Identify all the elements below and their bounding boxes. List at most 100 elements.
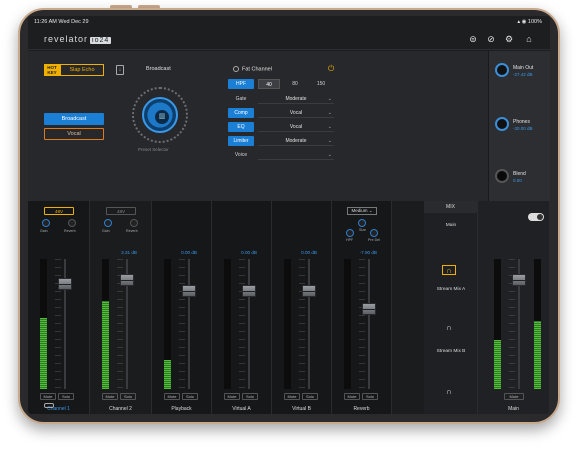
mute-button[interactable]: Mute xyxy=(344,393,360,400)
volume-fader[interactable] xyxy=(58,278,72,290)
db-readout: 0.00 dB xyxy=(301,250,317,255)
fader-scale xyxy=(179,259,185,389)
home-icon[interactable]: ⌂ xyxy=(524,34,534,44)
channel-name[interactable]: Reverb xyxy=(332,406,391,412)
gate-value: Moderate xyxy=(285,96,307,102)
volume-fader[interactable] xyxy=(182,285,196,297)
voice-select[interactable]: ⌄ xyxy=(258,150,334,160)
channel-strip-virtual-b: 0.00 dB Mute Solo Virtual B xyxy=(272,201,332,414)
gain-knob[interactable] xyxy=(42,219,50,227)
channel-name[interactable]: Playback xyxy=(152,406,211,412)
hpf-toggle[interactable]: HPF xyxy=(228,79,254,89)
channel-name[interactable]: Virtual A xyxy=(212,406,271,412)
level-meter xyxy=(40,259,47,389)
db-readout: -7.90 dB xyxy=(359,250,377,255)
solo-button[interactable]: Solo xyxy=(182,393,198,400)
blend-label: Blend xyxy=(513,171,526,177)
solo-button[interactable]: Solo xyxy=(58,393,74,400)
volume-fader[interactable] xyxy=(120,274,134,286)
fat-channel-header: Fat Channel xyxy=(233,66,272,72)
save-preset-icon[interactable]: ↓ xyxy=(116,65,124,75)
reverb-hpf-knob[interactable] xyxy=(346,229,354,237)
hotkey-badge[interactable]: HOT KEY xyxy=(44,64,60,76)
gain-knob[interactable] xyxy=(104,219,112,227)
link-icon[interactable]: ⊘ xyxy=(486,34,496,44)
mute-button[interactable]: Mute xyxy=(224,393,240,400)
solo-button[interactable]: Solo xyxy=(120,393,136,400)
channel-strip-2: 48V Gain Reverb 3.31 dB Mute Solo Channe… xyxy=(90,201,152,414)
headphones-icon[interactable]: ∩ xyxy=(442,265,456,275)
volume-fader[interactable] xyxy=(362,303,376,315)
meter-fill xyxy=(102,300,109,389)
limiter-select[interactable]: Moderate ⌄ xyxy=(258,136,334,146)
gate-toggle[interactable]: Gate xyxy=(228,94,254,104)
comp-select[interactable]: Vocal ⌄ xyxy=(258,108,334,118)
hpf-option-150[interactable]: 150 xyxy=(310,79,332,89)
preset-panel: HOT KEY Slap Echo Broadcast Vocal ↓ Broa… xyxy=(28,51,488,201)
mix-main-label[interactable]: Main xyxy=(430,223,472,228)
status-bar: 11:26 AM Wed Dec 29 ▴ ◉ 100% xyxy=(28,16,550,28)
gear-icon[interactable]: ⚙ xyxy=(504,34,514,44)
main-out-knob[interactable] xyxy=(495,63,509,77)
phantom-48v-button[interactable]: 48V xyxy=(44,207,74,215)
preset-selector-knob[interactable]: ▥ xyxy=(132,87,188,143)
hpf-option-80[interactable]: 80 xyxy=(284,79,306,89)
limiter-toggle[interactable]: Limiter xyxy=(228,136,254,146)
headphones-icon[interactable]: ∩ xyxy=(442,323,456,333)
voice-toggle[interactable]: Voice xyxy=(228,150,254,160)
channel-name[interactable]: Channel 2 xyxy=(90,406,151,412)
mute-button[interactable]: Mute xyxy=(284,393,300,400)
stream-mix-b-label[interactable]: Stream Mix B xyxy=(430,349,472,354)
comp-toggle[interactable]: Comp xyxy=(228,108,254,118)
blend-knob[interactable] xyxy=(495,169,509,183)
preset-broadcast-button[interactable]: Broadcast xyxy=(44,113,104,125)
reverb-send-knob[interactable] xyxy=(130,219,138,227)
reverb-type-select[interactable]: Medium ⌄ xyxy=(347,207,377,215)
reverb-predelay-knob[interactable] xyxy=(370,229,378,237)
channel-name[interactable]: Channel 1 xyxy=(28,406,89,412)
link-toggle[interactable] xyxy=(528,213,544,221)
fader-scale xyxy=(359,259,365,389)
reverb-send-knob[interactable] xyxy=(68,219,76,227)
eq-toggle[interactable]: EQ xyxy=(228,122,254,132)
stream-mix-a-label[interactable]: Stream Mix A xyxy=(430,287,472,292)
brand-name: revelator xyxy=(44,34,89,44)
fader-scale xyxy=(299,259,305,389)
solo-button[interactable]: Solo xyxy=(362,393,378,400)
hpf-option-40[interactable]: 40 xyxy=(258,79,280,89)
volume-fader[interactable] xyxy=(242,285,256,297)
predelay-label: Pre Del xyxy=(368,238,380,242)
level-meter xyxy=(284,259,291,389)
main-volume-fader[interactable] xyxy=(512,274,526,286)
channel-name[interactable]: Main xyxy=(478,406,549,412)
channel-strip-playback: 0.00 dB Mute Solo Playback xyxy=(152,201,212,414)
hotkey-preset-button[interactable]: Slap Echo xyxy=(60,64,104,76)
phones-label: Phones xyxy=(513,119,530,125)
headphones-icon[interactable]: ∩ xyxy=(442,387,456,397)
mute-button[interactable]: Mute xyxy=(40,393,56,400)
meter-fill xyxy=(494,339,501,389)
mute-button[interactable]: Mute xyxy=(164,393,180,400)
eq-select[interactable]: Vocal ⌄ xyxy=(258,122,334,132)
fat-channel-title: Fat Channel xyxy=(242,66,272,73)
mute-button[interactable]: Mute xyxy=(102,393,118,400)
chevron-down-icon: ⌄ xyxy=(327,124,332,130)
preset-vocal-button[interactable]: Vocal xyxy=(44,128,104,140)
reverb-size-knob[interactable] xyxy=(358,219,366,227)
sync-icon[interactable]: ⊜ xyxy=(468,34,478,44)
solo-button[interactable]: Solo xyxy=(302,393,318,400)
gate-select[interactable]: Moderate ⌄ xyxy=(258,94,334,104)
gain-label: Gain xyxy=(102,229,110,233)
mute-button[interactable]: Mute xyxy=(504,393,524,400)
solo-button[interactable]: Solo xyxy=(242,393,258,400)
fader-track xyxy=(248,259,250,389)
phones-knob[interactable] xyxy=(495,117,509,131)
power-icon[interactable]: ⏻ xyxy=(328,64,334,74)
phantom-48v-button[interactable]: 48V xyxy=(106,207,136,215)
chevron-down-icon: ⌄ xyxy=(327,138,332,144)
channel-name[interactable]: Virtual B xyxy=(272,406,331,412)
volume-fader[interactable] xyxy=(302,285,316,297)
fader-track xyxy=(368,259,370,389)
main-out-label: Main Out xyxy=(513,65,534,71)
bottom-toggle-icon[interactable] xyxy=(44,403,54,408)
